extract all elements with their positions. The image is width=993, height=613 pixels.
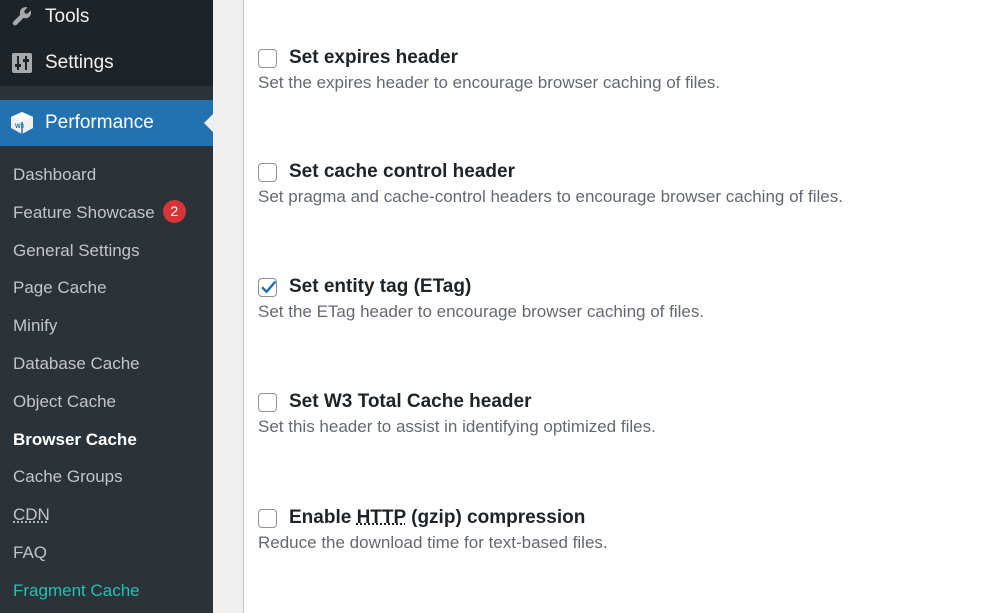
svg-text:W3: W3 — [15, 124, 25, 130]
option-w3tc-header: Set W3 Total Cache header Set this heade… — [258, 389, 978, 437]
wrench-icon — [12, 7, 32, 26]
menu-item-tools[interactable]: Tools — [0, 0, 213, 40]
submenu-item-dashboard[interactable]: Dashboard — [0, 156, 213, 194]
submenu-item-object-cache[interactable]: Object Cache — [0, 383, 213, 421]
entity-tag-checkbox[interactable] — [258, 277, 277, 297]
settings-sliders-icon — [12, 53, 32, 73]
submenu-item-feature-showcase[interactable]: Feature Showcase 2 — [0, 194, 213, 232]
submenu-item-general-settings[interactable]: General Settings — [0, 232, 213, 270]
menu-item-label: Tools — [45, 6, 90, 27]
option-description: Set pragma and cache-control headers to … — [258, 187, 843, 206]
option-description: Set the ETag header to encourage browser… — [258, 302, 705, 321]
checkmark-icon — [261, 280, 276, 293]
submenu-item-cache-groups[interactable]: Cache Groups — [0, 458, 213, 496]
option-expires-header: Set expires header Set the expires heade… — [258, 45, 978, 93]
submenu-item-cdn[interactable]: CDN — [0, 496, 213, 534]
option-description: Set this header to assist in identifying… — [258, 417, 656, 436]
option-cache-control-header: Set cache control header Set pragma and … — [258, 159, 978, 207]
submenu-item-fragment-cache[interactable]: Fragment Cache — [0, 572, 213, 610]
submenu-item-minify[interactable]: Minify — [0, 307, 213, 345]
menu-item-performance[interactable]: W3 Performance — [0, 100, 213, 146]
browser-cache-settings-panel: Set expires header Set the expires heade… — [243, 0, 993, 613]
option-description: Reduce the download time for text-based … — [258, 533, 608, 552]
option-label: Enable HTTP (gzip) compression — [289, 507, 586, 528]
option-entity-tag: Set entity tag (ETag) Set the ETag heade… — [258, 274, 978, 322]
option-label: Set cache control header — [289, 161, 515, 182]
submenu-item-browser-cache[interactable]: Browser Cache — [0, 421, 213, 459]
performance-submenu: Dashboard Feature Showcase 2 General Sett… — [0, 156, 213, 610]
option-label: Set expires header — [289, 47, 458, 68]
expires-header-checkbox[interactable] — [258, 48, 277, 68]
option-label: Set W3 Total Cache header — [289, 391, 532, 412]
cache-control-header-checkbox[interactable] — [258, 162, 277, 182]
option-gzip-compression: Enable HTTP (gzip) compression Reduce th… — [258, 505, 978, 553]
option-label: Set entity tag (ETag) — [289, 276, 472, 297]
submenu-item-page-cache[interactable]: Page Cache — [0, 269, 213, 307]
admin-sidebar: Tools Settings W3 Performance Dashboard … — [0, 0, 213, 613]
submenu-item-faq[interactable]: FAQ — [0, 534, 213, 572]
gzip-compression-checkbox[interactable] — [258, 508, 277, 528]
menu-item-label: Performance — [45, 112, 154, 133]
w3tc-cube-icon: W3 — [11, 112, 33, 134]
current-menu-arrow — [204, 114, 213, 132]
update-count-badge: 2 — [162, 199, 186, 223]
menu-item-label: Settings — [45, 52, 114, 73]
w3tc-header-checkbox[interactable] — [258, 392, 277, 412]
option-description: Set the expires header to encourage brow… — [258, 73, 721, 92]
http-abbreviation: HTTP — [356, 507, 406, 528]
submenu-item-database-cache[interactable]: Database Cache — [0, 345, 213, 383]
menu-item-settings[interactable]: Settings — [0, 40, 213, 86]
